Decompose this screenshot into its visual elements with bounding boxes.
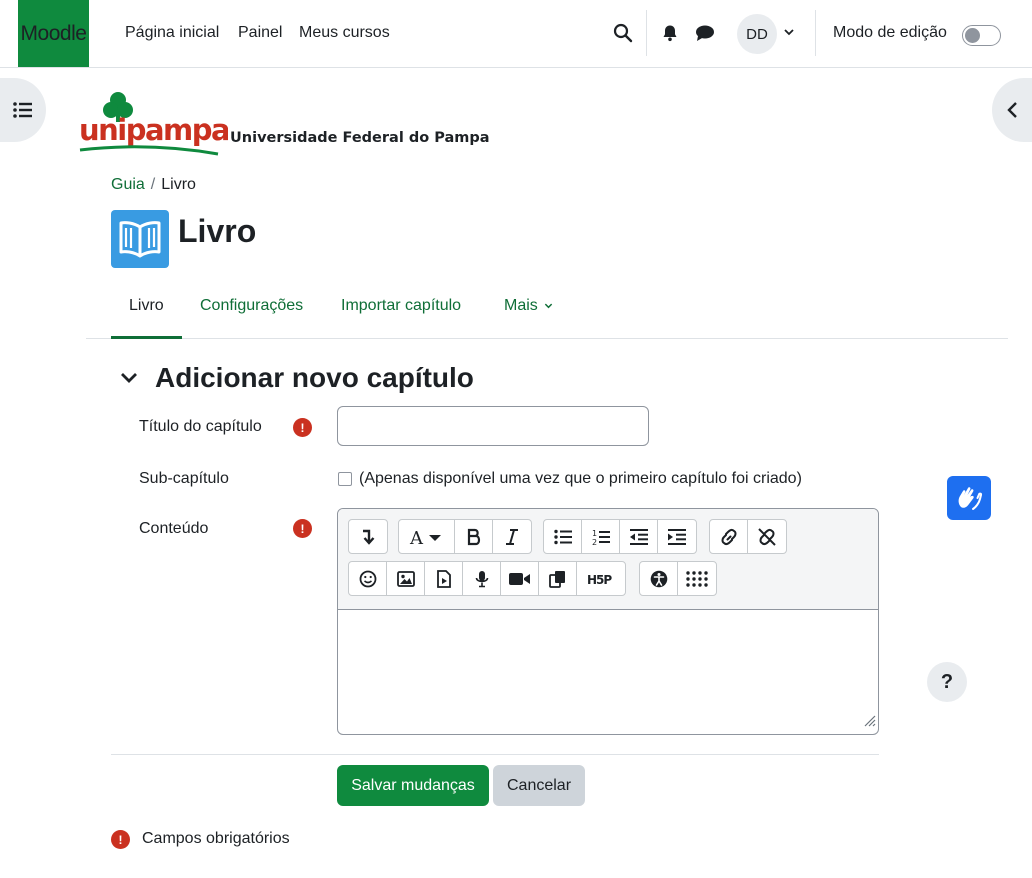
toggle-knob [965,28,980,43]
svg-text:H5P: H5P [587,573,612,586]
toolbar-group-lists: 12 [543,519,697,554]
university-name: Universidade Federal do Pampa [230,130,490,146]
course-index-toggle[interactable] [0,78,46,142]
help-button[interactable]: ? [927,662,967,702]
edit-mode-toggle[interactable] [962,25,1001,46]
breadcrumb: Guia / Livro [111,176,196,194]
nav-divider [646,10,647,56]
secondary-navigation: Livro Configurações Importar capítulo Ma… [86,288,1008,339]
italic-icon[interactable] [493,520,531,553]
paragraph-style-icon[interactable]: A [399,520,455,553]
unipampa-logo: unipampa Universidade Federal do Pampa [78,90,490,162]
block-drawer-toggle[interactable] [992,78,1032,142]
subchapter-label: Sub-capítulo [139,470,229,487]
subchapter-checkbox[interactable] [338,472,352,486]
book-module-icon [111,210,169,268]
bold-icon[interactable] [455,520,493,553]
svg-text:unipampa: unipampa [79,113,228,147]
required-fields-note: Campos obrigatórios [142,830,290,847]
chapter-title-input[interactable] [337,406,649,446]
link-icon[interactable] [710,520,748,553]
video-camera-icon[interactable] [501,562,539,595]
emoji-icon[interactable] [349,562,387,595]
svg-text:2: 2 [592,538,597,546]
h5p-icon[interactable]: H5P [577,562,625,595]
toolbar-group-links [709,519,787,554]
unordered-list-icon[interactable] [544,520,582,553]
nav-link-my-courses[interactable]: Meus cursos [299,24,390,42]
cancel-button[interactable]: Cancelar [493,765,585,806]
top-navbar: Moodle Página inicial Painel Meus cursos… [0,0,1032,68]
toolbar-group-accessibility [639,561,717,596]
tab-mais-label: Mais [504,297,538,314]
manage-files-icon[interactable] [539,562,577,595]
tab-importar-capitulo[interactable]: Importar capítulo [341,297,461,315]
tab-configuracoes[interactable]: Configurações [200,297,303,315]
chevron-down-icon[interactable] [120,369,138,392]
required-icon: ! [293,519,312,538]
chevron-down-icon[interactable] [783,25,795,43]
nav-divider [815,10,816,56]
user-avatar[interactable]: DD [737,14,777,54]
active-tab-indicator [111,336,182,339]
editor-toolbar: A 12 H5P [338,509,878,610]
vlibras-widget-icon[interactable] [947,476,991,520]
svg-text:1: 1 [592,529,597,538]
list-icon [13,102,32,118]
accessibility-icon[interactable] [640,562,678,595]
tab-mais[interactable]: Mais [504,297,553,315]
nav-link-dashboard[interactable]: Painel [238,24,282,42]
chat-bubble-icon[interactable] [694,22,716,44]
show-more-icon[interactable] [349,520,387,553]
resize-handle-icon[interactable] [862,713,876,732]
unlink-icon[interactable] [748,520,786,553]
page-title: Livro [178,213,257,249]
image-icon[interactable] [387,562,425,595]
chevron-left-icon [1007,102,1017,118]
breadcrumb-link-guia[interactable]: Guia [111,176,145,193]
toolbar-group-media: H5P [348,561,626,596]
toolbar-group-style: A [398,519,532,554]
media-file-icon[interactable] [425,562,463,595]
tab-livro[interactable]: Livro [129,297,164,315]
editor-content-area[interactable] [338,610,878,734]
rich-text-editor: A 12 H5P [337,508,879,735]
svg-text:A: A [409,528,424,546]
microphone-icon[interactable] [463,562,501,595]
breadcrumb-current: Livro [161,176,196,193]
required-icon: ! [111,830,130,849]
save-changes-button[interactable]: Salvar mudanças [337,765,489,806]
form-divider [111,754,879,755]
ordered-list-icon[interactable]: 12 [582,520,620,553]
nav-link-home[interactable]: Página inicial [125,24,219,42]
edit-mode-label: Modo de edição [833,24,947,41]
content-label: Conteúdo [139,520,209,537]
bell-icon[interactable] [659,22,681,44]
outdent-icon[interactable] [620,520,658,553]
indent-icon[interactable] [658,520,696,553]
toolbar-group-collapse [348,519,388,554]
subchapter-note: (Apenas disponível uma vez que o primeir… [359,470,802,487]
search-icon[interactable] [612,22,634,44]
special-chars-grid-icon[interactable] [678,562,716,595]
chapter-title-label: Título do capítulo [139,418,262,435]
site-brand[interactable]: Moodle [18,0,89,67]
section-title: Adicionar novo capítulo [155,362,474,393]
unipampa-logo-mark: unipampa [79,92,231,156]
chevron-down-icon [545,303,553,309]
required-icon: ! [293,418,312,437]
breadcrumb-separator: / [150,176,156,193]
